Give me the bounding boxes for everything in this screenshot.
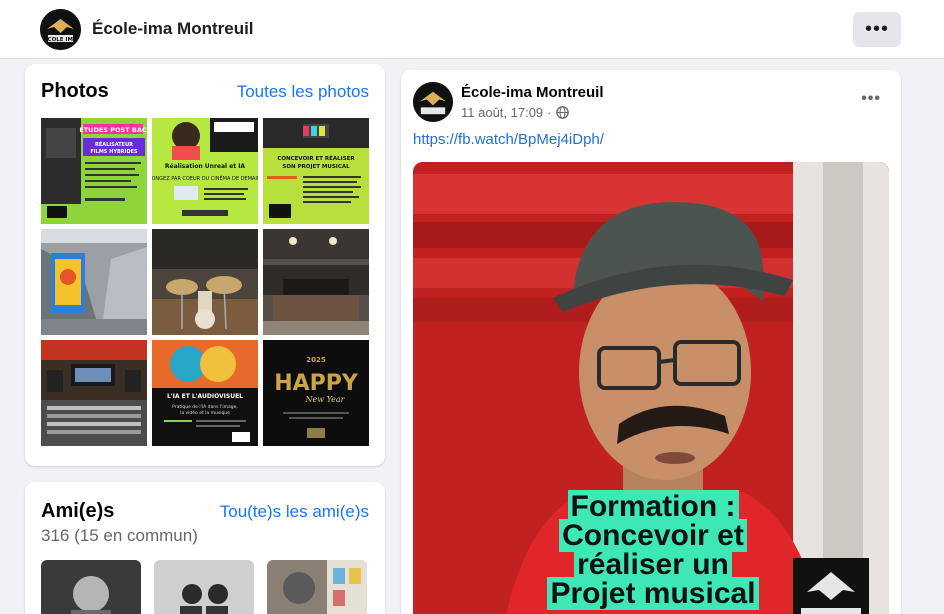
post-options-button[interactable]: ••• — [861, 90, 881, 108]
photos-card: Photos Toutes les photos ÉTUDES POST BAC… — [25, 64, 385, 466]
photo-thumbnail[interactable] — [152, 229, 258, 335]
photo-thumbnail[interactable]: Réalisation Unreal et IA PLONGEZ PAR COE… — [152, 118, 258, 224]
see-all-friends-link[interactable]: Tou(te)s les ami(e)s — [220, 502, 369, 522]
friend-thumbnail[interactable] — [267, 560, 367, 614]
top-bar: ÉCOLE IMA École-ima Montreuil ••• — [0, 0, 944, 59]
photo-text: L'IA ET L'AUDIOVISUEL — [167, 393, 243, 400]
friends-count: 316 (15 en commun) — [41, 526, 198, 545]
friends-title: Ami(e)s — [41, 500, 115, 522]
photo-thumbnail[interactable]: 2025 HAPPY New Year — [263, 340, 369, 446]
post-author-avatar[interactable] — [413, 82, 453, 122]
post-link[interactable]: https://fb.watch/BpMej4iDph/ — [413, 131, 604, 148]
photo-thumbnail[interactable] — [41, 229, 147, 335]
photo-text: Réalisation Unreal et IA — [165, 163, 246, 170]
page-name[interactable]: École-ima Montreuil — [92, 19, 254, 39]
post-date[interactable]: 11 août, 17:09 — [461, 105, 543, 120]
photos-grid: ÉTUDES POST BAC RÉALISATEUR FILMS HYBRID… — [41, 118, 369, 446]
photo-thumbnail[interactable] — [41, 340, 147, 446]
svg-text:la vidéo et la musique: la vidéo et la musique — [180, 409, 230, 416]
svg-text:CONCEVOIR ET RÉALISER: CONCEVOIR ET RÉALISER — [277, 154, 355, 162]
svg-text:FILMS HYBRIDES: FILMS HYBRIDES — [90, 149, 138, 155]
photo-text: ÉTUDES POST BAC — [79, 125, 147, 134]
globe-icon — [555, 106, 569, 119]
photo-thumbnail[interactable]: L'IA ET L'AUDIOVISUEL Pratique de l'IA d… — [152, 340, 258, 446]
more-options-button[interactable]: ••• — [853, 12, 901, 47]
friends-card: Ami(e)s Tou(te)s les ami(e)s 316 (15 en … — [25, 482, 385, 614]
svg-text:SON PROJET MUSICAL: SON PROJET MUSICAL — [282, 164, 350, 170]
meta-separator: · — [547, 105, 552, 120]
svg-text:Pratique de l'IA dans l'image,: Pratique de l'IA dans l'image, — [172, 404, 238, 410]
friend-thumbnail[interactable] — [41, 560, 141, 614]
friend-thumbnail[interactable] — [154, 560, 254, 614]
caption-line: Projet musical — [547, 577, 759, 610]
video-player[interactable]: Formation : Concevoir et réaliser un Pro… — [413, 162, 889, 614]
photo-text: New Year — [304, 395, 345, 404]
photo-text: HAPPY — [274, 371, 359, 396]
post-meta: 11 août, 17:09 · — [461, 105, 569, 120]
photos-title: Photos — [41, 80, 109, 102]
photo-text: 2025 — [306, 356, 326, 364]
page-logo[interactable]: ÉCOLE IMA — [40, 9, 81, 50]
svg-text:PLONGEZ PAR COEUR DU CINÉMA DE: PLONGEZ PAR COEUR DU CINÉMA DE DEMAIN ! — [152, 174, 258, 182]
svg-text:ÉCOLE IMA: ÉCOLE IMA — [44, 35, 78, 43]
post-card: École-ima Montreuil 11 août, 17:09 · •••… — [401, 70, 901, 614]
svg-text:RÉALISATEUR: RÉALISATEUR — [95, 140, 133, 148]
photo-thumbnail[interactable] — [263, 229, 369, 335]
photo-thumbnail[interactable]: CONCEVOIR ET RÉALISER SON PROJET MUSICAL — [263, 118, 369, 224]
see-all-photos-link[interactable]: Toutes les photos — [237, 82, 369, 102]
post-author-name[interactable]: École-ima Montreuil — [461, 84, 604, 101]
video-caption: Formation : Concevoir et réaliser un Pro… — [533, 490, 773, 610]
photo-thumbnail[interactable]: ÉTUDES POST BAC RÉALISATEUR FILMS HYBRID… — [41, 118, 147, 224]
